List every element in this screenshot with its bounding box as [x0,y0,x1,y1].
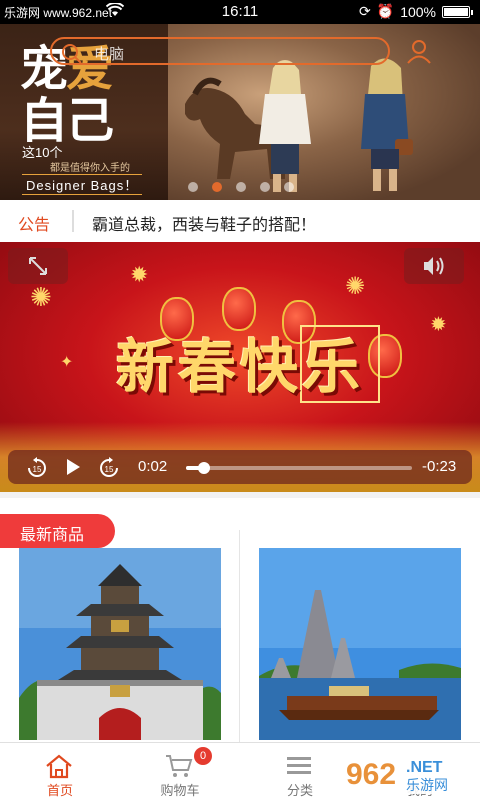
announcement-message[interactable]: 霸道总裁，西装与鞋子的搭配！ [92,211,316,235]
product-card[interactable] [259,548,461,740]
banner-brand-text: Designer Bags！ [22,174,143,195]
carousel-dot[interactable] [260,182,270,192]
video-title: 新春快乐 [115,333,364,401]
banner-tagline: 都是值得你入手的 [50,163,130,174]
announcement-divider [72,210,74,232]
firework-decoration: ✺ [30,282,52,312]
announcement-tag: 公告 [18,217,51,234]
watermark-number: 962 [346,758,396,791]
forward-15-icon: 15 [100,457,118,477]
tab-home[interactable]: 首页 [0,743,120,800]
model-image-1 [259,60,311,192]
carousel-dot[interactable] [236,182,246,192]
section-title: 最新商品 [20,527,85,544]
search-input[interactable]: 电脑 [50,37,390,65]
carousel-dot[interactable] [284,182,294,192]
remaining-time: -0:23 [422,458,457,475]
firework-decoration: ✺ [345,273,366,300]
watermark-net: .NET [406,759,443,776]
cart-count-badge: 0 [194,747,212,765]
tab-label: 购物车 [160,783,200,798]
tab-cart[interactable]: 0 购物车 [120,743,240,800]
seek-bar[interactable] [186,462,412,474]
rewind-15-icon: 15 [28,457,46,477]
product-image [19,548,221,740]
seek-handle[interactable] [198,462,211,474]
watermark-cn: 乐游网 [406,778,448,794]
play-button[interactable] [64,458,82,481]
search-placeholder: 电脑 [94,46,125,63]
site-watermark: 962 .NET 乐游网 [340,748,480,796]
rotation-lock-icon: ⟳ [359,3,371,19]
battery-icon [442,5,473,18]
forward-15-button[interactable]: 15 [98,457,120,484]
play-icon [67,459,80,475]
product-image [259,548,461,740]
section-header: 最新商品 [0,514,115,548]
volume-button[interactable] [404,248,464,284]
svg-text:15: 15 [33,465,42,474]
alarm-icon: ⏰ [376,3,395,19]
app-screen: 乐游网 www.962.net 16:11 ⟳ ⏰ 100% 宠爱 自己 这10… [0,0,480,800]
rewind-15-button[interactable]: 15 [26,457,48,484]
battery-percent: 100% [400,3,436,20]
fullscreen-button[interactable] [8,248,68,284]
carousel-dot[interactable] [212,182,222,192]
current-time: 0:02 [138,458,168,475]
status-bar: 乐游网 www.962.net 16:11 ⟳ ⏰ 100% [0,0,480,24]
model-image-2 [361,58,413,191]
firework-decoration: ✹ [130,262,149,287]
svg-text:15: 15 [105,465,114,474]
announcement-bar[interactable]: 公告 霸道总裁，西装与鞋子的搭配！ [0,200,480,242]
carousel-dot[interactable] [188,182,198,192]
product-card[interactable] [19,548,221,740]
expand-icon [29,257,47,275]
new-products-section: 最新商品 [0,498,480,742]
tab-label: 首页 [46,783,73,798]
playback-controls: 15 15 0:02 -0:23 [8,450,472,484]
column-divider [239,530,240,742]
user-icon[interactable] [406,38,432,69]
carousel-dots [188,182,294,192]
video-player[interactable]: ✺ ✹ ✺ ✹ ✦ 新春快乐 15 15 0:02 -0:23 [0,242,480,492]
speaker-icon [424,257,444,275]
search-icon [60,42,84,71]
